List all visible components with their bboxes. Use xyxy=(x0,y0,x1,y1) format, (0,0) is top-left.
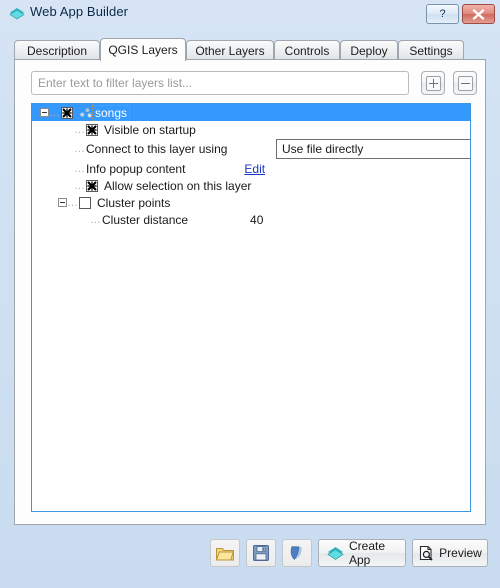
qgis-button[interactable] xyxy=(282,539,312,567)
cluster-distance-value[interactable]: 40 xyxy=(250,213,263,227)
tree-guide: … xyxy=(74,143,85,155)
visible-on-startup-checkbox[interactable] xyxy=(86,123,98,136)
diamond-logo-icon xyxy=(9,7,25,21)
allow-selection-label: Allow selection on this layer xyxy=(104,178,252,193)
layer-filter-input[interactable] xyxy=(31,71,409,95)
connect-using-combobox[interactable]: Use file directly xyxy=(276,139,470,159)
tab-label: Deploy xyxy=(350,43,388,58)
tab-deploy[interactable]: Deploy xyxy=(340,40,398,60)
add-layer-button[interactable] xyxy=(421,71,445,95)
tab-strip: Description QGIS Layers Other Layers Con… xyxy=(14,38,486,61)
help-button[interactable]: ? xyxy=(426,4,459,24)
allow-selection-checkbox[interactable] xyxy=(86,179,98,192)
help-label: ? xyxy=(439,8,446,20)
layer-visible-checkbox[interactable] xyxy=(61,106,73,119)
tab-label: Other Layers xyxy=(195,43,265,58)
tab-label: Controls xyxy=(284,43,330,58)
layers-tree[interactable]: … songs … Visible on startup … Connect t… xyxy=(31,103,471,512)
tab-description[interactable]: Description xyxy=(14,40,100,60)
cluster-distance-label: Cluster distance xyxy=(102,212,189,227)
tab-controls[interactable]: Controls xyxy=(274,40,340,60)
tree-row-cluster-distance[interactable]: … Cluster distance 40 xyxy=(32,211,470,228)
tree-row-visible-on-startup[interactable]: … Visible on startup xyxy=(32,121,470,138)
open-folder-icon xyxy=(215,547,234,560)
minus-icon xyxy=(457,75,473,91)
diamond-logo-icon xyxy=(327,546,344,561)
qgis-layers-panel: … songs xyxy=(14,59,486,525)
tree-row-cluster-points[interactable]: … Cluster points xyxy=(32,194,470,211)
tab-label: Settings xyxy=(409,43,453,58)
tree-row-connect-using[interactable]: … Connect to this layer using Use file d… xyxy=(32,138,470,160)
cluster-points-checkbox[interactable] xyxy=(79,196,91,209)
remove-layer-button[interactable] xyxy=(453,71,477,95)
preview-button[interactable]: Preview xyxy=(412,539,488,567)
close-button[interactable] xyxy=(462,4,495,24)
tree-row-allow-selection[interactable]: … Allow selection on this layer xyxy=(32,177,470,194)
title-bar: Web App Builder ? xyxy=(0,0,500,28)
web-app-builder-window: Web App Builder ? Description QGIS Layer… xyxy=(0,0,500,588)
check-mark-icon xyxy=(62,107,72,118)
collapse-expander-icon[interactable] xyxy=(58,198,67,207)
check-mark-icon xyxy=(87,180,97,191)
check-mark-icon xyxy=(87,124,97,135)
window-title: Web App Builder xyxy=(30,4,129,19)
tab-label: Description xyxy=(26,43,88,58)
floppy-save-icon xyxy=(253,545,269,561)
plus-icon xyxy=(425,75,441,91)
tab-settings[interactable]: Settings xyxy=(398,40,464,60)
tree-row-layer-songs[interactable]: … songs xyxy=(32,104,470,121)
close-icon xyxy=(472,8,485,20)
tab-label: QGIS Layers xyxy=(108,43,178,57)
info-popup-label: Info popup content xyxy=(86,161,186,176)
collapse-expander-icon[interactable] xyxy=(40,108,49,117)
preview-label: Preview xyxy=(439,546,482,560)
filter-row xyxy=(31,71,477,95)
qgis-logo-icon xyxy=(290,546,302,560)
tree-guide: … xyxy=(49,106,60,119)
tree-row-info-popup[interactable]: … Info popup content Edit xyxy=(32,160,470,177)
connect-using-value: Use file directly xyxy=(282,142,364,156)
document-magnifier-icon xyxy=(418,545,434,561)
create-app-label: Create App xyxy=(349,539,386,567)
tree-guide: … xyxy=(74,162,85,175)
layer-name-label: songs xyxy=(91,104,131,121)
tab-qgis-layers[interactable]: QGIS Layers xyxy=(100,38,186,61)
point-layer-icon xyxy=(79,107,93,119)
tree-guide: … xyxy=(90,213,101,226)
cluster-points-label: Cluster points xyxy=(97,195,171,210)
open-project-button[interactable] xyxy=(210,539,240,567)
tree-guide: … xyxy=(67,196,78,209)
bottom-button-bar: Create App Preview xyxy=(0,531,500,578)
tab-other-layers[interactable]: Other Layers xyxy=(186,40,274,60)
tree-guide: … xyxy=(74,123,85,136)
connect-using-label: Connect to this layer using xyxy=(86,142,228,156)
create-app-button[interactable]: Create App xyxy=(318,539,406,567)
info-popup-edit-link[interactable]: Edit xyxy=(244,162,265,176)
save-project-button[interactable] xyxy=(246,539,276,567)
visible-on-startup-label: Visible on startup xyxy=(104,122,196,137)
tree-guide: … xyxy=(74,179,85,192)
